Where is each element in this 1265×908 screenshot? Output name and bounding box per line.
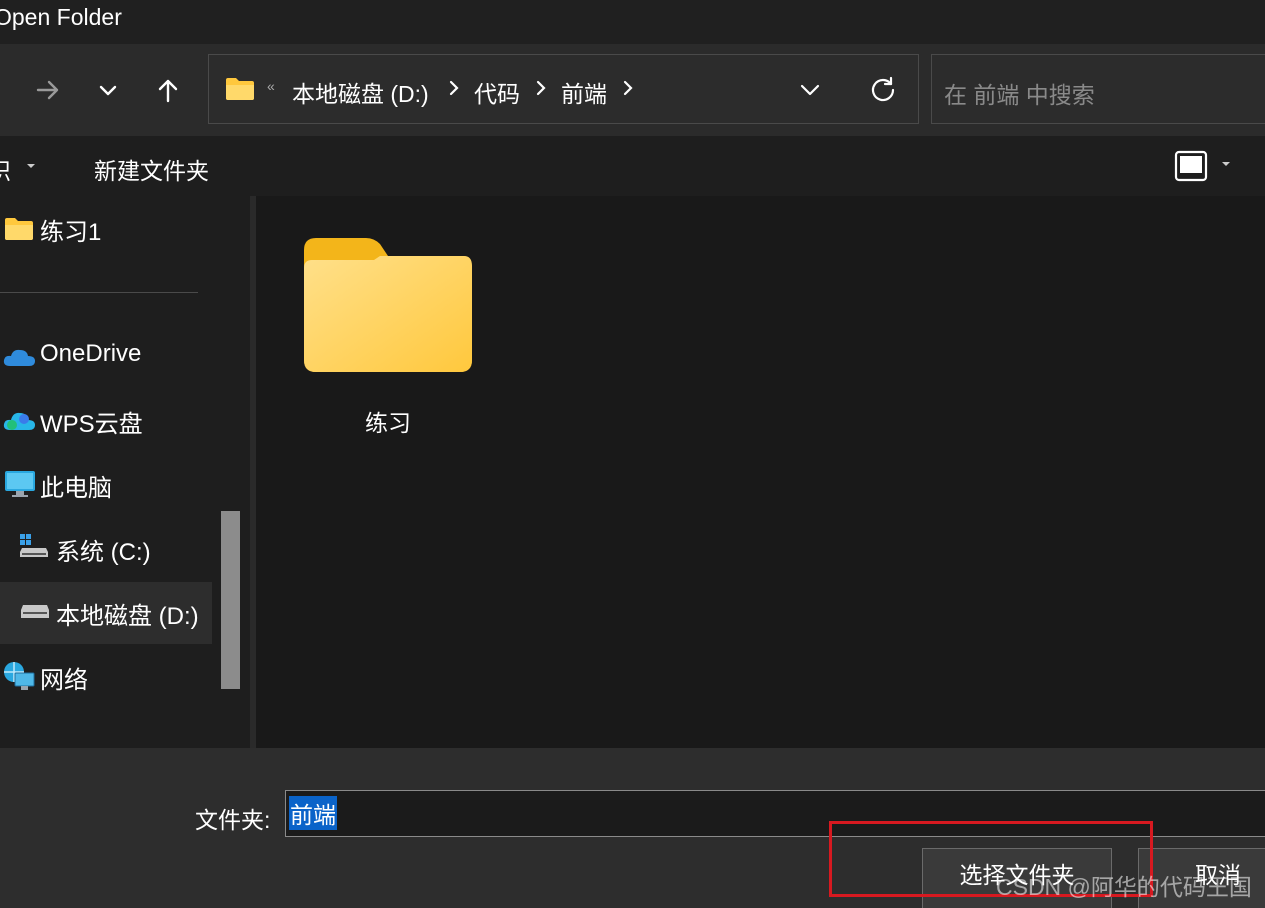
chevron-right-icon[interactable] bbox=[621, 79, 635, 97]
sidebar-item-label: WPS云盘 bbox=[40, 411, 143, 438]
breadcrumb-item-frontend[interactable]: 前端 bbox=[561, 75, 607, 109]
search-box[interactable]: 在 前端 中搜索 bbox=[931, 54, 1265, 124]
folder-item-label: 练习 bbox=[365, 410, 411, 436]
sidebar-divider bbox=[0, 292, 198, 293]
caret-down-icon[interactable] bbox=[1220, 160, 1232, 168]
sidebar-item-label: 此电脑 bbox=[40, 475, 112, 502]
sidebar-item-label: OneDrive bbox=[40, 340, 142, 367]
sidebar-item-label: 系统 (C:) bbox=[56, 539, 151, 566]
breadcrumb-overflow[interactable]: « bbox=[267, 78, 275, 94]
breadcrumb-item-code[interactable]: 代码 bbox=[474, 75, 520, 109]
sidebar-item-system-c[interactable]: 系统 (C:) bbox=[0, 518, 212, 580]
folder-item-practice[interactable]: 练习 bbox=[300, 232, 476, 442]
folder-name-value[interactable]: 前端 bbox=[289, 796, 337, 830]
watermark: CSDN @阿华的代码王国 bbox=[996, 874, 1252, 900]
sidebar-item-wps-cloud[interactable]: WPS云盘 bbox=[0, 390, 212, 452]
refresh-icon[interactable] bbox=[869, 75, 897, 103]
arrow-up-icon bbox=[158, 79, 178, 103]
command-bar: 织 新建文件夹 bbox=[0, 136, 1265, 196]
new-folder-button[interactable]: 新建文件夹 bbox=[94, 152, 209, 186]
sidebar-item-onedrive[interactable]: OneDrive bbox=[0, 326, 212, 388]
recent-locations-button[interactable] bbox=[90, 72, 126, 108]
breadcrumb-item-drive-d[interactable]: 本地磁盘 (D:) bbox=[292, 75, 429, 109]
network-icon bbox=[4, 662, 35, 690]
sidebar-item-label: 网络 bbox=[40, 667, 88, 694]
drive-icon bbox=[21, 605, 49, 618]
address-bar[interactable]: « 本地磁盘 (D:) 代码 前端 bbox=[208, 54, 919, 124]
chevron-right-icon[interactable] bbox=[447, 79, 461, 97]
title-bar: Open Folder bbox=[0, 0, 1265, 44]
folder-icon bbox=[5, 218, 33, 240]
sidebar-item-practice1[interactable]: 练习1 bbox=[0, 198, 212, 260]
folder-name-label: 文件夹: bbox=[195, 807, 271, 833]
scrollbar-thumb[interactable] bbox=[221, 511, 240, 689]
organize-menu[interactable]: 织 bbox=[0, 152, 11, 186]
wps-cloud-icon bbox=[3, 412, 35, 430]
sidebar-item-label: 本地磁盘 (D:) bbox=[56, 603, 199, 630]
view-pane-icon[interactable] bbox=[1174, 150, 1208, 182]
sidebar-item-network[interactable]: 网络 bbox=[0, 646, 212, 708]
sidebar-item-label: 练习1 bbox=[40, 219, 102, 246]
up-button[interactable] bbox=[150, 72, 186, 108]
folder-icon bbox=[304, 238, 472, 372]
sidebar-item-local-disk-d[interactable]: 本地磁盘 (D:) bbox=[0, 582, 212, 644]
forward-button[interactable] bbox=[30, 72, 66, 108]
arrow-right-icon bbox=[36, 80, 59, 100]
chevron-right-icon[interactable] bbox=[534, 79, 548, 97]
monitor-icon bbox=[5, 471, 35, 497]
system-drive-icon bbox=[20, 534, 48, 557]
search-placeholder: 在 前端 中搜索 bbox=[944, 82, 1095, 108]
address-history-dropdown[interactable] bbox=[797, 77, 823, 103]
window-title: Open Folder bbox=[0, 4, 122, 30]
caret-down-icon[interactable] bbox=[25, 162, 37, 170]
cloud-icon bbox=[3, 349, 35, 366]
folder-icon bbox=[226, 78, 254, 100]
chevron-down-icon bbox=[99, 85, 117, 96]
sidebar-item-this-pc[interactable]: 此电脑 bbox=[0, 454, 212, 516]
